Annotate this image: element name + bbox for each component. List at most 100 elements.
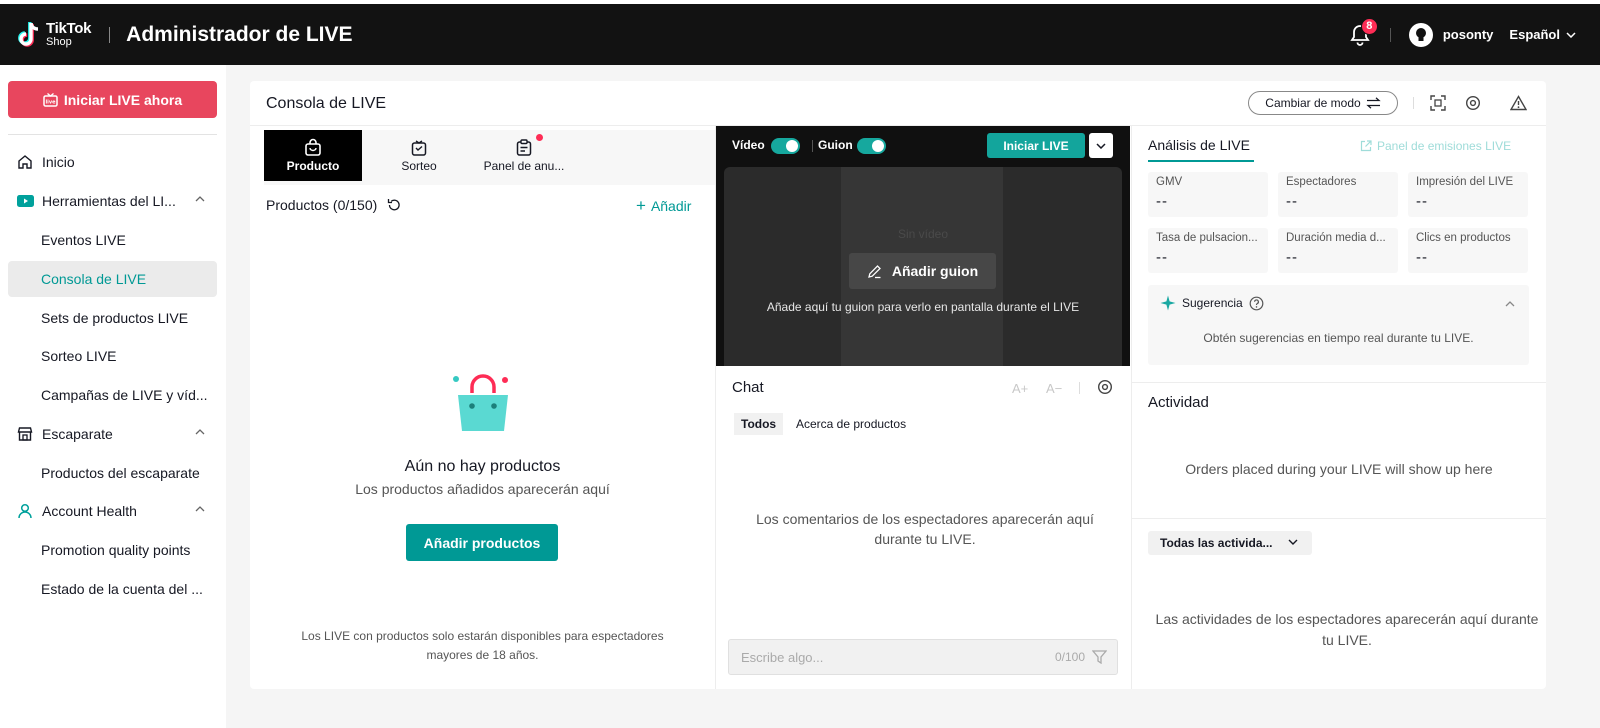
metric-gmv: GMV -- — [1148, 172, 1268, 217]
video-toggle[interactable] — [771, 138, 800, 154]
metric-label: Espectadores — [1286, 176, 1357, 188]
live-dashboard-label: Panel de emisiones LIVE — [1377, 139, 1512, 153]
metric-viewers: Espectadores -- — [1278, 172, 1398, 217]
add-product-link[interactable]: + Añadir — [636, 197, 691, 214]
age-restriction-note: Los LIVE con productos solo estarán disp… — [301, 629, 664, 662]
analysis-divider — [1132, 382, 1546, 383]
start-live-options-button[interactable] — [1089, 133, 1113, 158]
sidebar-item-showcase[interactable]: Escaparate — [8, 416, 217, 452]
activity-empty-text: Las actividades de los espectadores apar… — [1155, 611, 1539, 648]
sidebar-item-label: Consola de LIVE — [41, 271, 147, 287]
toggle-divider — [812, 140, 813, 152]
svg-text:live: live — [45, 99, 56, 105]
tab-giveaway[interactable]: Sorteo — [372, 130, 466, 181]
chat-input[interactable]: Escribe algo... 0/100 — [728, 639, 1118, 675]
active-tab-underline — [1148, 160, 1254, 162]
add-script-label: Añadir guion — [891, 263, 979, 279]
sidebar-item-label: Productos del escaparate — [41, 465, 200, 481]
sidebar-item-live-tools[interactable]: Herramientas del LI... — [8, 183, 217, 219]
chat-title: Chat — [732, 379, 764, 396]
help-icon[interactable] — [1249, 296, 1264, 311]
send-icon[interactable] — [1092, 650, 1107, 664]
home-icon — [16, 153, 34, 171]
chat-char-count: 0/100 — [1054, 650, 1085, 664]
sidebar-item-live-giveaway[interactable]: Sorteo LIVE — [8, 338, 217, 374]
language-label: Español — [1509, 27, 1560, 42]
metric-label: Tasa de pulsacion... — [1156, 232, 1258, 244]
tab-label: Sorteo — [401, 159, 437, 173]
suggestion-header[interactable]: Sugerencia — [1160, 295, 1270, 311]
chat-filter-products[interactable]: Acerca de productos — [789, 413, 913, 435]
sparkle-icon — [1160, 295, 1176, 311]
pencil-icon — [867, 264, 881, 278]
activity-title: Actividad — [1148, 394, 1209, 411]
lightbulb-icon — [1415, 27, 1426, 41]
sidebar-item-promotion-quality[interactable]: Promotion quality points — [8, 532, 217, 568]
sidebar-item-label: Escaparate — [42, 426, 113, 442]
chevron-down-icon — [1288, 539, 1298, 545]
language-selector[interactable]: Español — [1509, 27, 1576, 42]
header-divider — [109, 26, 111, 43]
video-preview-pane: Vídeo Guion Iniciar LIVE Sin vídeo Añadi… — [716, 126, 1130, 366]
chat-settings-icon[interactable] — [1097, 379, 1113, 395]
clipboard-icon — [516, 139, 532, 156]
sidebar: live Iniciar LIVE ahora Inicio Herramien… — [0, 65, 226, 728]
warning-icon[interactable] — [1510, 95, 1527, 111]
font-increase-button[interactable]: A+ — [1012, 381, 1028, 396]
video-canvas: Sin vídeo Añadir guion Añade aquí tu gui… — [724, 167, 1122, 366]
sidebar-item-showcase-products[interactable]: Productos del escaparate — [8, 455, 217, 491]
app-title: Administrador de LIVE — [126, 22, 353, 46]
sidebar-item-label: Account Health — [42, 503, 137, 519]
tab-label: Producto — [286, 159, 340, 173]
gift-bag-icon — [411, 140, 427, 156]
sidebar-item-live-events[interactable]: Eventos LIVE — [8, 222, 217, 258]
product-tabs: Producto Sorteo Panel de anu... — [264, 130, 715, 185]
logo-text-tiktok: TikTok — [46, 20, 92, 37]
products-count: Productos (0/150) — [266, 197, 378, 213]
notifications-button[interactable]: 8 — [1350, 17, 1378, 46]
metric-value: -- — [1286, 249, 1298, 266]
add-link-label: Añadir — [650, 197, 692, 214]
username[interactable]: posonty — [1443, 27, 1494, 42]
notification-count-badge: 8 — [1360, 17, 1378, 35]
refresh-icon[interactable] — [387, 198, 401, 212]
sidebar-item-live-campaigns[interactable]: Campañas de LIVE y víd... — [8, 377, 217, 413]
settings-icon[interactable] — [1465, 95, 1481, 111]
chat-filter-all[interactable]: Todos — [734, 413, 784, 435]
chevron-up-icon[interactable] — [1505, 301, 1515, 307]
switch-mode-button[interactable]: Cambiar de modo — [1248, 91, 1398, 115]
tiktok-shop-logo[interactable]: TikTok Shop — [16, 20, 91, 50]
tab-announcement-panel[interactable]: Panel de anu... — [476, 130, 572, 181]
sidebar-item-label: Sets de productos LIVE — [41, 310, 189, 326]
script-toggle[interactable] — [857, 138, 886, 154]
video-camera-icon — [16, 192, 34, 210]
sidebar-item-live-product-sets[interactable]: Sets de productos LIVE — [8, 300, 217, 336]
start-live-button[interactable]: Iniciar LIVE — [987, 133, 1085, 158]
tab-live-analysis[interactable]: Análisis de LIVE — [1148, 137, 1250, 153]
header-divider-right — [1389, 27, 1391, 42]
start-live-now-button[interactable]: live Iniciar LIVE ahora — [8, 81, 217, 118]
script-toggle-label: Guion — [818, 138, 853, 152]
font-decrease-button[interactable]: A− — [1046, 381, 1062, 396]
sidebar-item-label: Inicio — [42, 154, 75, 170]
user-avatar[interactable] — [1408, 22, 1433, 47]
plus-icon: + — [636, 196, 646, 215]
add-script-button[interactable]: Añadir guion — [849, 253, 996, 289]
add-products-button[interactable]: Añadir productos — [406, 524, 558, 561]
sidebar-item-label: Campañas de LIVE y víd... — [41, 387, 208, 403]
sidebar-item-inicio[interactable]: Inicio — [8, 144, 217, 180]
activity-filter-label: Todas las activida... — [1160, 536, 1273, 550]
sidebar-item-label: Herramientas del LI... — [42, 193, 176, 209]
sidebar-item-account-status[interactable]: Estado de la cuenta del ... — [8, 571, 217, 607]
sidebar-item-account-health[interactable]: Account Health — [8, 493, 217, 529]
storefront-icon — [16, 425, 34, 443]
sidebar-item-live-console[interactable]: Consola de LIVE — [8, 261, 217, 297]
chevron-up-icon — [195, 196, 205, 202]
metric-product-clicks: Clics en productos -- — [1408, 228, 1528, 273]
empty-products-title: Aún no hay productos — [404, 458, 561, 475]
fullscreen-icon[interactable] — [1430, 95, 1446, 111]
live-dashboard-link[interactable]: Panel de emisiones LIVE — [1360, 139, 1511, 153]
column-divider — [1131, 126, 1132, 689]
activity-filter-dropdown[interactable]: Todas las activida... — [1148, 531, 1312, 555]
tab-product[interactable]: Producto — [264, 130, 362, 181]
